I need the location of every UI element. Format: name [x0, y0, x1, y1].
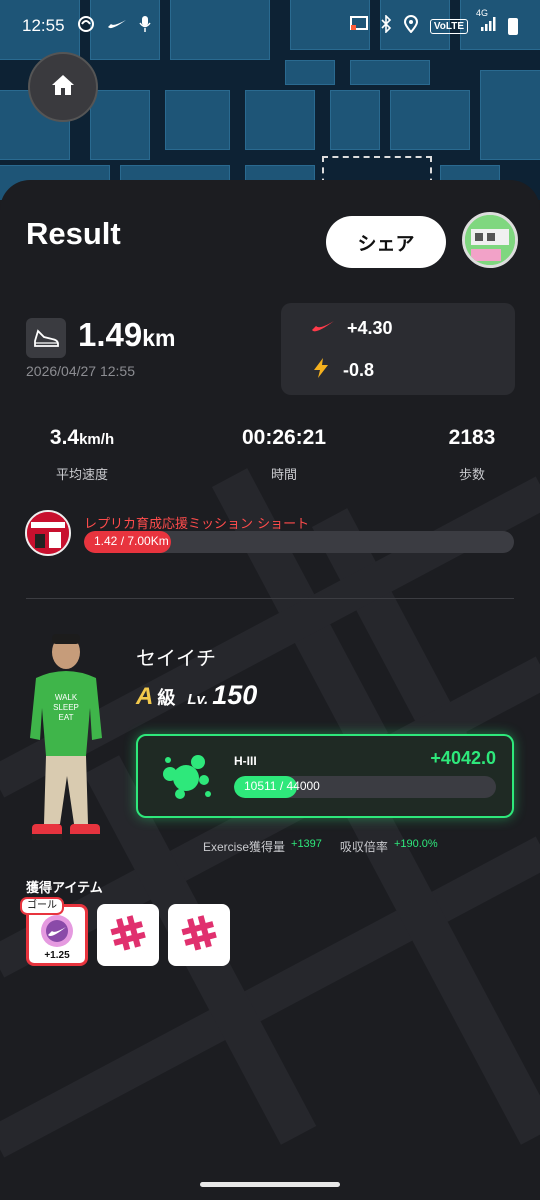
- item-hashtag[interactable]: [168, 904, 230, 966]
- svg-text:SLEEP: SLEEP: [53, 703, 79, 712]
- mic-icon: [138, 15, 151, 37]
- result-sheet: Result シェア 1.49km 2026/04/27 12:55 +4.30…: [0, 180, 540, 1200]
- shoe-icon: [26, 318, 66, 358]
- absorb-value: +190.0%: [393, 838, 438, 850]
- swoosh-reward-icon: [311, 317, 335, 340]
- nfc-icon: [77, 15, 95, 37]
- location-icon: [403, 14, 418, 38]
- distance-unit: km: [142, 325, 176, 351]
- stat-time: 00:26:21 時間: [209, 426, 359, 483]
- time-label: 時間: [270, 468, 297, 483]
- mission-icon[interactable]: [25, 510, 71, 556]
- time-value: 00:26:21: [241, 426, 327, 449]
- pink-hashtag-icon: [108, 913, 148, 957]
- exercise-label: Exercise獲得量: [203, 840, 286, 854]
- signal-icon: 4G: [476, 8, 496, 37]
- mission-progress-bar: 1.42 / 7.00Km: [84, 531, 514, 553]
- swoosh-icon: [107, 17, 127, 35]
- steps-value: 2183: [448, 426, 496, 449]
- mission-progress-text: 1.42 / 7.00Km: [94, 534, 169, 548]
- network-type: 4G: [476, 7, 489, 18]
- gene-progress-bar: 10511 / 44000: [234, 776, 496, 798]
- exercise-value: +1397: [291, 838, 322, 850]
- absorb-label: 吸収倍率: [339, 840, 388, 854]
- character-rank: A 級 Lv. 150: [136, 680, 257, 711]
- svg-text:EAT: EAT: [59, 713, 74, 722]
- map-avatar[interactable]: [462, 212, 518, 268]
- svg-text:WALK: WALK: [55, 693, 78, 702]
- mission-title: レプリカ育成応援ミッション ショート: [84, 517, 310, 532]
- battery-icon: [508, 17, 518, 35]
- stat-avg-speed: 3.4km/h 平均速度: [7, 426, 157, 483]
- gene-molecule-icon: [160, 750, 214, 808]
- status-bar: 12:55 VoLTE 4G: [0, 0, 540, 52]
- item-hashtag[interactable]: [97, 904, 159, 966]
- steps-label: 歩数: [458, 468, 485, 483]
- pink-hashtag-icon: [179, 913, 219, 957]
- character-grade-suffix: 級: [157, 688, 176, 709]
- stat-steps: 2183 歩数: [397, 426, 540, 483]
- share-button[interactable]: シェア: [326, 216, 446, 268]
- avg-speed-unit: km/h: [79, 431, 115, 448]
- bluetooth-icon: [380, 13, 392, 38]
- distance-value: 1.49: [78, 316, 143, 353]
- home-button[interactable]: [28, 52, 98, 122]
- gene-gain: +4042.0: [430, 748, 496, 768]
- exercise-summary: Exercise獲得量 +1397 吸収倍率 +190.0%: [203, 838, 438, 855]
- level-value: 150: [212, 680, 258, 710]
- item-count: +1.25: [44, 950, 70, 961]
- avg-speed-label: 平均速度: [55, 468, 108, 483]
- goal-badge: ゴール: [20, 897, 64, 915]
- level-label: Lv.: [187, 691, 209, 708]
- character-name: セイイチ: [136, 646, 216, 670]
- lightning-icon: [311, 357, 331, 384]
- status-time: 12:55: [22, 16, 65, 35]
- gene-progress-text: 10511 / 44000: [244, 779, 320, 793]
- activity-datetime: 2026/04/27 12:55: [26, 363, 135, 379]
- swoosh-gain: +4.30: [347, 318, 393, 338]
- reward-card: +4.30 -0.8: [281, 303, 515, 395]
- gene-name: H-III: [234, 754, 257, 768]
- items-title: 獲得アイテム: [26, 881, 103, 896]
- volte-icon: VoLTE: [429, 18, 468, 34]
- character-grade: A: [136, 683, 154, 710]
- character-figure[interactable]: WALK SLEEP EAT: [20, 628, 112, 858]
- home-icon: [50, 72, 76, 102]
- avg-speed-value: 3.4: [49, 426, 80, 449]
- cast-icon: [349, 15, 368, 37]
- page-title: Result: [26, 216, 121, 251]
- distance-readout: 1.49km: [78, 316, 175, 354]
- gesture-nav-handle[interactable]: [200, 1182, 340, 1187]
- energy-change: -0.8: [343, 360, 375, 380]
- gene-card[interactable]: H-III +4042.0 10511 / 44000: [136, 734, 514, 818]
- divider: [26, 598, 514, 599]
